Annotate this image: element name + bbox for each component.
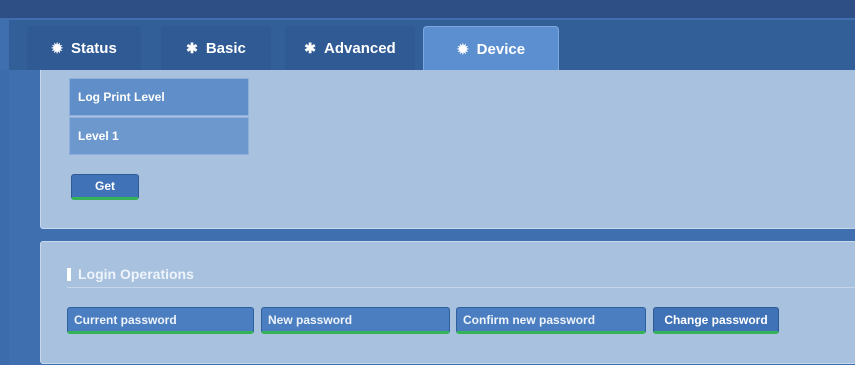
section-marker — [67, 267, 71, 281]
confirm-password-input[interactable] — [456, 307, 646, 334]
section-title-text: Login Operations — [78, 266, 194, 282]
tab-label: Device — [476, 40, 526, 58]
tab-advanced[interactable]: ✱ Advanced — [285, 26, 415, 70]
asterisk-icon: ✱ — [304, 40, 317, 56]
get-button[interactable]: Get — [71, 174, 139, 200]
current-password-input[interactable] — [67, 307, 254, 334]
change-password-button[interactable]: Change password — [653, 307, 779, 334]
section-title: Login Operations — [67, 266, 194, 282]
divider — [67, 287, 855, 288]
log-print-panel: Log Print Level Level 1 Get — [40, 70, 855, 229]
tab-status[interactable]: ✹ Status — [27, 26, 141, 70]
log-print-level-label: Log Print Level — [69, 78, 249, 116]
gear-icon: ✹ — [51, 40, 63, 56]
tab-basic[interactable]: ✱ Basic — [161, 26, 271, 70]
left-strip — [0, 70, 9, 365]
tab-label: Advanced — [324, 39, 396, 57]
tab-bar: ✹ Status ✱ Basic ✱ Advanced ✹ Device — [9, 20, 855, 71]
tab-label: Basic — [205, 39, 246, 57]
tab-device[interactable]: ✹ Device — [423, 26, 559, 71]
login-operations-panel: Login Operations Change password — [40, 241, 855, 364]
log-print-level-value[interactable]: Level 1 — [69, 117, 249, 155]
tab-label: Status — [70, 39, 117, 57]
new-password-input[interactable] — [261, 307, 450, 334]
gear-icon: ✹ — [456, 41, 469, 57]
top-bar — [0, 0, 855, 18]
asterisk-icon: ✱ — [186, 40, 198, 56]
